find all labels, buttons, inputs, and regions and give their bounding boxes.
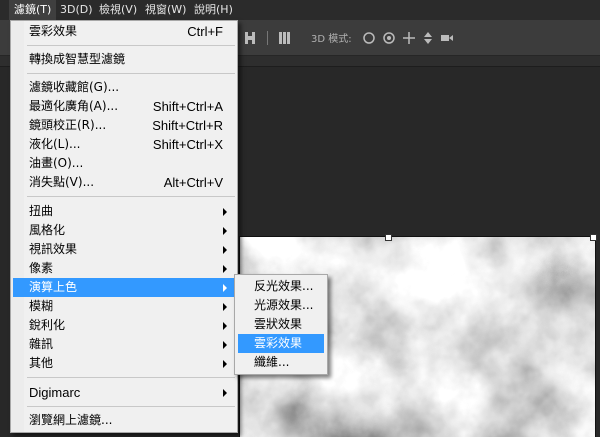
submenu-arrow-icon bbox=[223, 265, 227, 273]
menu-item-browse-online-filters[interactable]: 瀏覽網上濾鏡... bbox=[13, 411, 235, 430]
menu-item-liquify[interactable]: 液化(L)... Shift+Ctrl+X bbox=[13, 135, 235, 154]
menu-item-blur[interactable]: 模糊 bbox=[13, 297, 235, 316]
menu-item-label: Digimarc bbox=[29, 385, 81, 400]
submenu-arrow-icon bbox=[223, 246, 227, 254]
menu-item-label: 液化(L)... bbox=[29, 137, 81, 151]
submenu-item-fibers[interactable]: 纖維... bbox=[238, 353, 324, 372]
filter-menu: 雲彩效果 Ctrl+F 轉換成智慧型濾鏡 濾鏡收藏館(G)... 最適化廣角(A… bbox=[10, 20, 238, 433]
submenu-item-label: 雲彩效果 bbox=[254, 336, 303, 350]
menu-item-shortcut: Ctrl+F bbox=[187, 24, 223, 39]
menu-item-label: 扭曲 bbox=[29, 204, 54, 218]
menu-item-label: 最適化廣角(A)... bbox=[29, 99, 119, 113]
menu-item-label: 風格化 bbox=[29, 223, 66, 237]
menu-item-label: 消失點(V)... bbox=[29, 175, 95, 189]
submenu-arrow-icon bbox=[223, 360, 227, 368]
3d-slide-icon[interactable] bbox=[421, 31, 435, 45]
menu-item-filter-gallery[interactable]: 濾鏡收藏館(G)... bbox=[13, 78, 235, 97]
submenu-item-label: 雲狀效果 bbox=[254, 317, 303, 331]
3d-pan-icon[interactable] bbox=[402, 31, 416, 45]
submenu-arrow-icon bbox=[223, 303, 227, 311]
submenu-arrow-icon bbox=[223, 208, 227, 216]
3d-roll-icon[interactable] bbox=[382, 31, 396, 45]
menu-item-vanishing-point[interactable]: 消失點(V)... Alt+Ctrl+V bbox=[13, 173, 235, 192]
submenu-item-label: 纖維... bbox=[254, 355, 290, 369]
submenu-item-label: 反光效果... bbox=[254, 279, 314, 293]
menu-item-noise[interactable]: 雜訊 bbox=[13, 335, 235, 354]
menu-item-label: 模糊 bbox=[29, 299, 54, 313]
submenu-arrow-icon bbox=[223, 322, 227, 330]
menu-item-label: 雜訊 bbox=[29, 337, 54, 351]
menu-filter[interactable]: 濾鏡(T) bbox=[9, 0, 57, 20]
submenu-arrow-icon bbox=[223, 227, 227, 235]
menu-separator bbox=[27, 377, 235, 378]
menu-item-stylize[interactable]: 風格化 bbox=[13, 221, 235, 240]
menu-item-label: 銳利化 bbox=[29, 318, 66, 332]
menu-separator bbox=[27, 73, 235, 74]
menu-item-label: 雲彩效果 bbox=[29, 24, 78, 38]
menu-3d[interactable]: 3D(D) bbox=[55, 0, 98, 20]
menu-item-label: 像素 bbox=[29, 261, 54, 275]
3d-mode-label: 3D 模式: bbox=[311, 34, 352, 45]
distribute-columns-icon[interactable] bbox=[278, 31, 292, 45]
transform-handle-top-center[interactable] bbox=[385, 234, 392, 241]
menu-item-digimarc[interactable]: Digimarc bbox=[13, 383, 235, 402]
menu-item-sharpen[interactable]: 銳利化 bbox=[13, 316, 235, 335]
menu-item-oil-paint[interactable]: 油畫(O)... bbox=[13, 154, 235, 173]
submenu-arrow-icon bbox=[223, 389, 227, 397]
menu-item-label: 其他 bbox=[29, 356, 54, 370]
submenu-item-lens-flare[interactable]: 反光效果... bbox=[238, 277, 324, 296]
menu-separator bbox=[27, 196, 235, 197]
3d-rotate-icon[interactable] bbox=[362, 31, 376, 45]
menu-bar: 濾鏡(T) 3D(D) 檢視(V) 視窗(W) 說明(H) bbox=[0, 0, 600, 21]
submenu-item-lighting-effects[interactable]: 光源效果... bbox=[238, 296, 324, 315]
menu-item-pixelate[interactable]: 像素 bbox=[13, 259, 235, 278]
menu-item-render[interactable]: 演算上色 bbox=[13, 278, 235, 297]
menu-item-shortcut: Shift+Ctrl+A bbox=[152, 99, 223, 114]
3d-camera-icon[interactable] bbox=[440, 31, 454, 45]
menu-item-shortcut: Shift+Ctrl+X bbox=[152, 137, 223, 152]
menu-item-lens-correction[interactable]: 鏡頭校正(R)... Shift+Ctrl+R bbox=[13, 116, 235, 135]
menu-item-other[interactable]: 其他 bbox=[13, 354, 235, 373]
submenu-item-label: 光源效果... bbox=[254, 298, 314, 312]
menu-item-label: 轉換成智慧型濾鏡 bbox=[29, 52, 126, 66]
menu-item-convert-smart-filter[interactable]: 轉換成智慧型濾鏡 bbox=[13, 50, 235, 69]
submenu-item-difference-clouds[interactable]: 雲狀效果 bbox=[238, 315, 324, 334]
menu-item-distort[interactable]: 扭曲 bbox=[13, 202, 235, 221]
menu-item-video[interactable]: 視訊效果 bbox=[13, 240, 235, 259]
menu-item-label: 濾鏡收藏館(G)... bbox=[29, 80, 120, 94]
menu-item-shortcut: Shift+Ctrl+R bbox=[152, 118, 223, 133]
menu-item-last-filter[interactable]: 雲彩效果 Ctrl+F bbox=[13, 22, 235, 41]
menu-item-shortcut: Alt+Ctrl+V bbox=[163, 175, 223, 190]
transform-handle-top-right[interactable] bbox=[590, 234, 597, 241]
submenu-item-clouds[interactable]: 雲彩效果 bbox=[238, 334, 324, 353]
menu-separator bbox=[27, 406, 235, 407]
separator-icon bbox=[267, 31, 268, 45]
menu-item-label: 演算上色 bbox=[29, 280, 78, 294]
menu-item-label: 鏡頭校正(R)... bbox=[29, 118, 107, 132]
menu-window[interactable]: 視窗(W) bbox=[140, 0, 191, 20]
distribute-icon[interactable] bbox=[243, 31, 257, 45]
submenu-arrow-icon bbox=[223, 341, 227, 349]
menu-item-label: 視訊效果 bbox=[29, 242, 78, 256]
menu-help[interactable]: 說明(H) bbox=[189, 0, 238, 20]
menu-view[interactable]: 檢視(V) bbox=[94, 0, 142, 20]
render-submenu: 反光效果... 光源效果... 雲狀效果 雲彩效果 纖維... bbox=[234, 274, 328, 375]
menu-separator bbox=[27, 45, 235, 46]
menu-item-label: 瀏覽網上濾鏡... bbox=[29, 413, 113, 427]
menu-item-label: 油畫(O)... bbox=[29, 156, 84, 170]
menu-item-adaptive-wide-angle[interactable]: 最適化廣角(A)... Shift+Ctrl+A bbox=[13, 97, 235, 116]
submenu-arrow-icon bbox=[223, 284, 227, 292]
